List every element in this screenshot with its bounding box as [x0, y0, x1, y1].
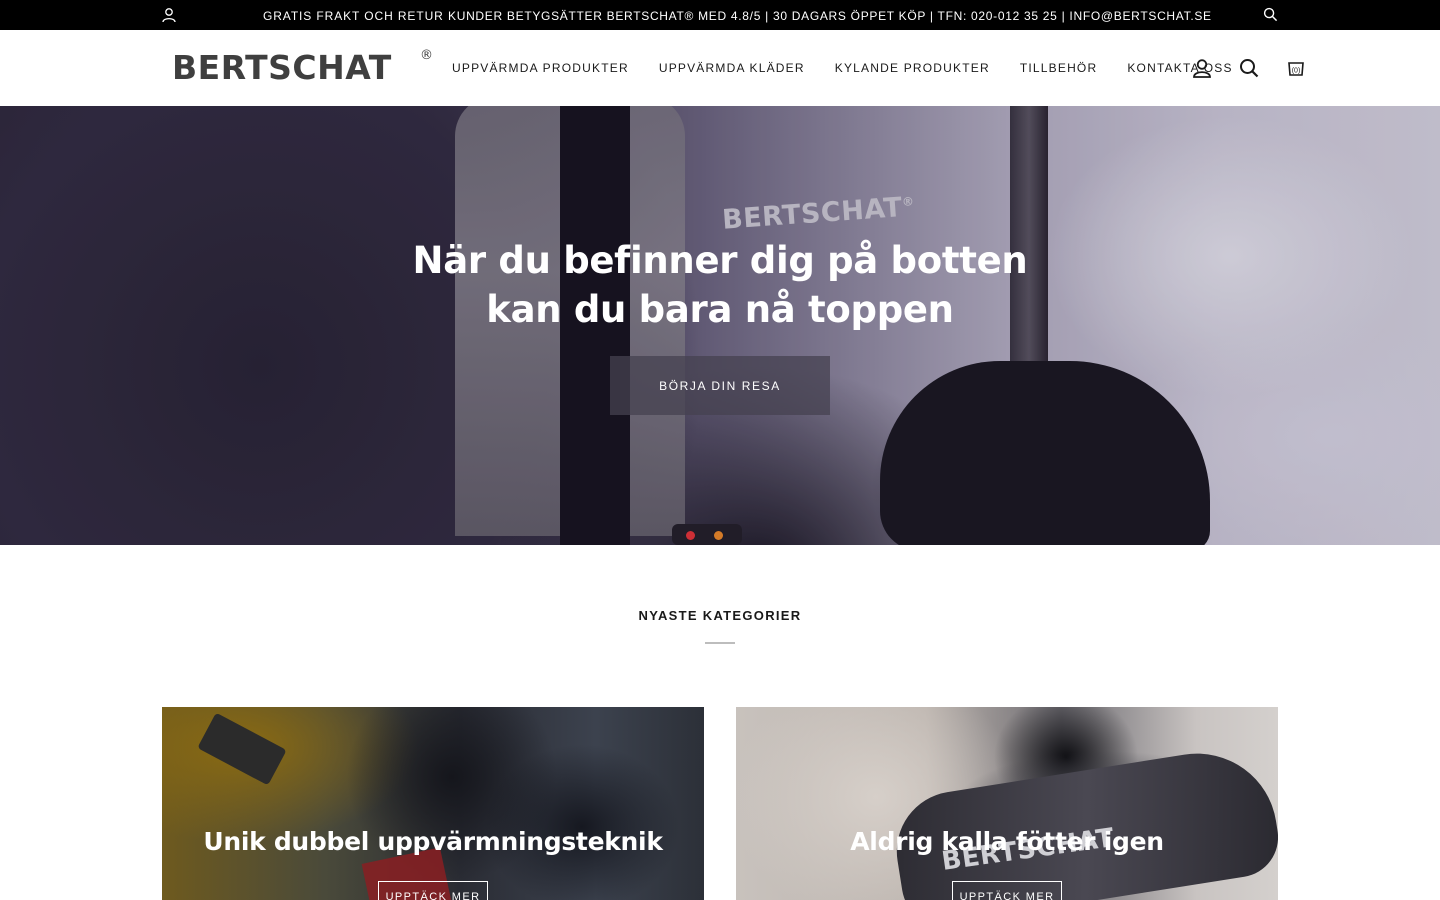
free-shipping-text: GRATIS FRAKT OCH RETUR — [263, 9, 444, 23]
account-icon[interactable] — [161, 7, 177, 23]
announcement-bar: GRATIS FRAKT OCH RETUR KUNDER BETYGSÄTTE… — [0, 0, 1440, 30]
nav-item-uppvarmda-klader[interactable]: UPPVÄRMDA KLÄDER — [659, 61, 805, 75]
nav-item-tillbehor[interactable]: TILLBEHÖR — [1020, 61, 1098, 75]
logo-text: BERTSCHAT — [172, 48, 392, 87]
search-icon[interactable] — [1263, 7, 1278, 22]
collection-card-heating-tech[interactable]: Unik dubbel uppvärmningsteknik UPPTÄCK M… — [162, 707, 704, 900]
section-divider — [705, 642, 735, 644]
site-logo[interactable]: BERTSCHAT ® — [172, 48, 433, 87]
hero-banner: BERTSCHAT® När du befinner dig på botten… — [0, 106, 1440, 545]
search-icon[interactable] — [1238, 57, 1260, 79]
cart-icon[interactable]: (0) — [1285, 57, 1307, 79]
discover-more-button[interactable]: UPPTÄCK MER — [952, 881, 1062, 900]
nav-item-kontakta-oss[interactable]: KONTAKTA OSS — [1127, 61, 1232, 75]
account-icon[interactable] — [1191, 57, 1213, 79]
collection-card-title: Unik dubbel uppvärmningsteknik — [203, 827, 663, 856]
collection-card-insoles[interactable]: BERTSCHAT Aldrig kalla fötter igen UPPTÄ… — [736, 707, 1278, 900]
nav-item-kylande-produkter[interactable]: KYLANDE PRODUKTER — [835, 61, 990, 75]
card-image-strap — [197, 712, 287, 786]
section-title: NYASTE KATEGORIER — [638, 608, 802, 623]
discover-more-button[interactable]: UPPTÄCK MER — [378, 881, 488, 900]
site-header: BERTSCHAT ® UPPVÄRMDA PRODUKTER UPPVÄRMD… — [0, 30, 1440, 106]
main-navigation: UPPVÄRMDA PRODUKTER UPPVÄRMDA KLÄDER KYL… — [452, 61, 1233, 75]
announcement-info-text: KUNDER BETYGSÄTTER BERTSCHAT® MED 4.8/5 … — [448, 9, 1212, 23]
collection-card-title: Aldrig kalla fötter igen — [850, 827, 1164, 856]
nav-item-uppvarmda-produkter[interactable]: UPPVÄRMDA PRODUKTER — [452, 61, 629, 75]
hero-heading: När du befinner dig på botten kan du bar… — [412, 239, 1028, 331]
hero-cta-button[interactable]: BÖRJA DIN RESA — [610, 356, 830, 415]
cart-count: (0) — [1292, 68, 1301, 75]
logo-registered-mark: ® — [420, 48, 433, 63]
